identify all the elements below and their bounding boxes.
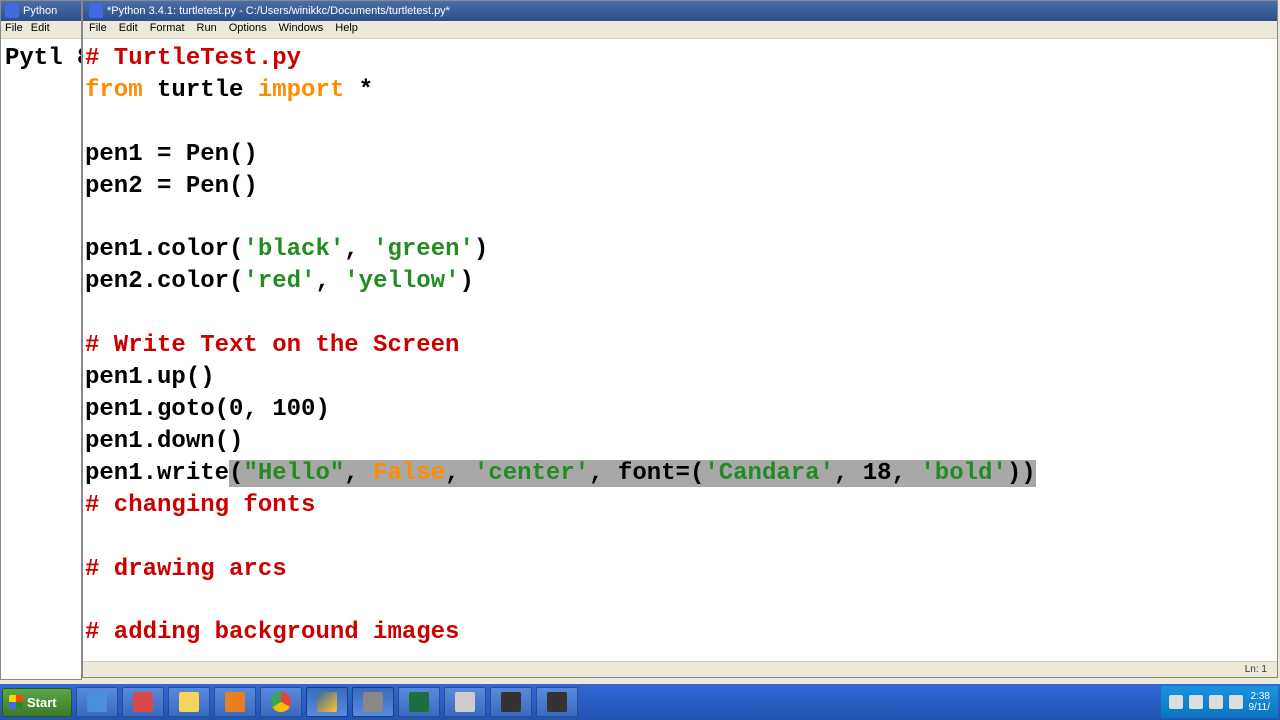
code-text: pen1.color(: [85, 236, 243, 263]
shell-window: Python File Edit Pytl 8 2( tel) Type )" …: [0, 0, 82, 680]
python-icon: [5, 4, 19, 18]
menu-help[interactable]: Help: [335, 22, 358, 37]
code-comment: # drawing arcs: [85, 556, 287, 583]
shell-titlebar[interactable]: Python: [1, 1, 81, 21]
code-text: pen1 = Pen(): [85, 141, 258, 168]
shell-menu-edit[interactable]: Edit: [31, 22, 50, 37]
taskbar-item[interactable]: [398, 687, 440, 717]
code-string: 'center': [474, 460, 589, 487]
code-text: pen1.write: [85, 460, 229, 487]
menu-format[interactable]: Format: [150, 22, 185, 37]
code-text: ): [459, 268, 473, 295]
shell-line: Pytl: [5, 45, 63, 72]
code-comment: # adding background images: [85, 619, 459, 646]
taskbar-item[interactable]: [214, 687, 256, 717]
code-number: 0, 100: [229, 396, 315, 423]
code-text: pen1.down(): [85, 428, 243, 455]
taskbar-item[interactable]: [490, 687, 532, 717]
excel-icon: [409, 692, 429, 712]
code-string: "Hello": [243, 460, 344, 487]
code-text: ,: [892, 460, 921, 487]
code-text: pen1.goto(: [85, 396, 229, 423]
taskbar-item[interactable]: [306, 687, 348, 717]
editor-menubar: File Edit Format Run Options Windows Hel…: [83, 21, 1277, 39]
status-line-col: Ln: 1: [1245, 664, 1267, 675]
python-icon: [317, 692, 337, 712]
taskbar-item[interactable]: [536, 687, 578, 717]
code-text: ,: [445, 460, 474, 487]
code-string: 'Candara': [704, 460, 834, 487]
editor-window: *Python 3.4.1: turtletest.py - C:/Users/…: [82, 0, 1278, 678]
code-text: pen2.color(: [85, 268, 243, 295]
editor-title: *Python 3.4.1: turtletest.py - C:/Users/…: [107, 5, 450, 17]
code-string: 'bold': [920, 460, 1006, 487]
shell-content: Pytl 8 2( tel) Type )" >>> TAR >>> >>> T…: [1, 39, 81, 79]
app-icon: [225, 692, 245, 712]
taskbar-item[interactable]: [260, 687, 302, 717]
system-tray[interactable]: 2:38 9/11/: [1161, 686, 1279, 718]
shell-title: Python: [23, 5, 57, 17]
code-bracket-highlight: ("Hello", False, 'center', font=('Candar…: [229, 460, 1036, 487]
taskbar-item[interactable]: [444, 687, 486, 717]
code-text: , font=(: [589, 460, 704, 487]
app-icon: [133, 692, 153, 712]
code-text: ,: [344, 460, 373, 487]
code-keyword: import: [258, 77, 344, 104]
code-comment: # Write Text on the Screen: [85, 332, 459, 359]
clock-date: 9/11/: [1249, 702, 1271, 713]
app-icon: [547, 692, 567, 712]
code-string: 'yellow': [344, 268, 459, 295]
code-comment: # changing fonts: [85, 492, 315, 519]
start-button[interactable]: Start: [2, 688, 72, 717]
taskbar-item[interactable]: [122, 687, 164, 717]
app-icon: [179, 692, 199, 712]
python-icon: [89, 4, 103, 18]
menu-options[interactable]: Options: [229, 22, 267, 37]
tray-clock[interactable]: 2:38 9/11/: [1249, 691, 1271, 713]
code-text: *: [344, 77, 373, 104]
taskbar-item[interactable]: [76, 687, 118, 717]
code-number: 18: [863, 460, 892, 487]
shell-menubar: File Edit: [1, 21, 81, 39]
editor-statusbar: Ln: 1: [83, 661, 1277, 677]
editor-titlebar[interactable]: *Python 3.4.1: turtletest.py - C:/Users/…: [83, 1, 1277, 21]
code-text: (: [229, 460, 243, 487]
chrome-icon: [271, 692, 291, 712]
editor-code-area[interactable]: # TurtleTest.py from turtle import * pen…: [83, 39, 1277, 661]
tray-icon[interactable]: [1169, 695, 1183, 709]
code-text: ,: [315, 268, 344, 295]
app-icon: [363, 692, 383, 712]
taskbar: Start 2:38 9/11/: [0, 684, 1280, 720]
tray-icon[interactable]: [1209, 695, 1223, 709]
tray-icon[interactable]: [1189, 695, 1203, 709]
code-keyword: from: [85, 77, 143, 104]
code-comment: # TurtleTest.py: [85, 45, 301, 72]
menu-run[interactable]: Run: [197, 22, 217, 37]
code-text: pen1.up(): [85, 364, 215, 391]
app-icon: [501, 692, 521, 712]
code-string: 'green': [373, 236, 474, 263]
code-text: turtle: [143, 77, 258, 104]
menu-windows[interactable]: Windows: [279, 22, 324, 37]
code-string: 'red': [243, 268, 315, 295]
code-text: ,: [834, 460, 863, 487]
clock-time: 2:38: [1249, 691, 1271, 702]
app-icon: [455, 692, 475, 712]
code-text: ,: [344, 236, 373, 263]
taskbar-item[interactable]: [168, 687, 210, 717]
code-text: ): [474, 236, 488, 263]
code-text: ): [315, 396, 329, 423]
code-text: pen2 = Pen(): [85, 173, 258, 200]
app-icon: [87, 692, 107, 712]
code-text: )): [1007, 460, 1036, 487]
start-label: Start: [27, 695, 57, 710]
shell-menu-file[interactable]: File: [5, 22, 23, 37]
taskbar-item[interactable]: [352, 687, 394, 717]
menu-file[interactable]: File: [89, 22, 107, 37]
menu-edit[interactable]: Edit: [119, 22, 138, 37]
code-keyword: False: [373, 460, 445, 487]
tray-icon[interactable]: [1229, 695, 1243, 709]
code-string: 'black': [243, 236, 344, 263]
